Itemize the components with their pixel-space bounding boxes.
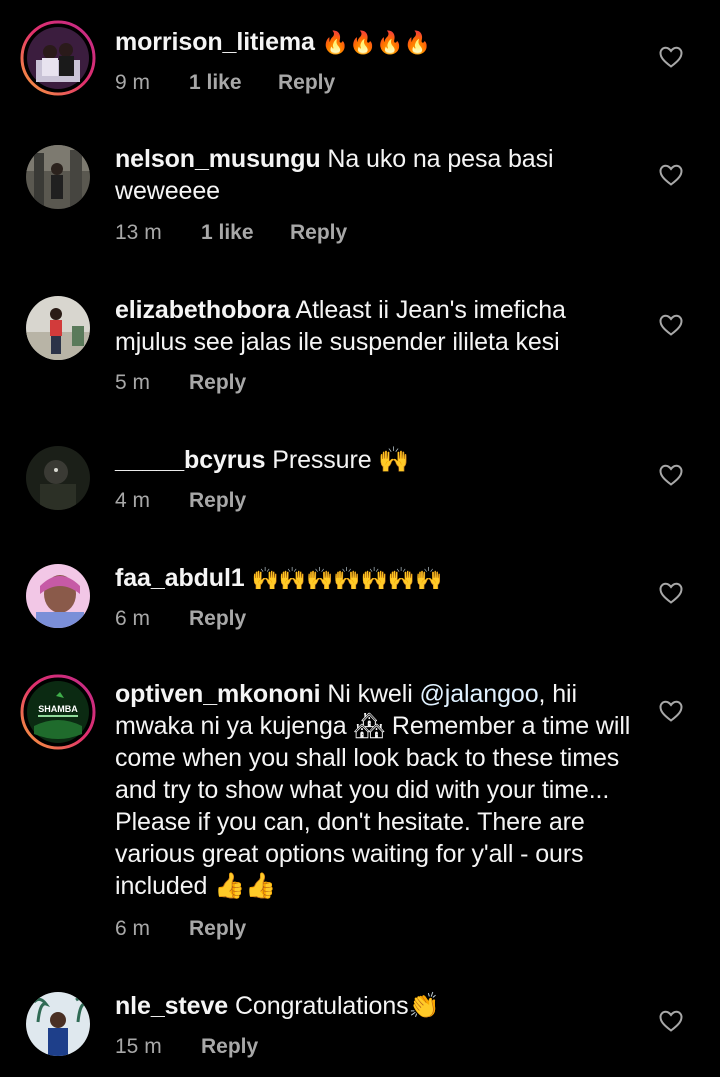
comment-likes-link[interactable]: 1 like (201, 220, 290, 246)
reply-button[interactable]: Reply (290, 220, 347, 246)
avatar[interactable] (26, 992, 90, 1056)
comment-time: 6 m (115, 607, 151, 630)
comment-text: faa_abdul1 🙌🙌🙌🙌🙌🙌🙌 (115, 562, 635, 596)
comment-meta: 5 m Reply (115, 370, 246, 396)
comment-text: optiven_mkononi Ni kweli @jalangoo, hii … (115, 678, 635, 902)
comment-message-end: , hii mwaka ni ya kujenga 🏘 Remember a t… (115, 680, 631, 900)
comment-time: 5 m (115, 371, 151, 394)
comment-meta: 15 m Reply (115, 1034, 258, 1060)
comment-username[interactable]: faa_abdul1 (115, 564, 245, 592)
avatar-logo-text: SHAMBA (38, 704, 78, 714)
reply-button[interactable]: Reply (189, 606, 246, 632)
comment-meta: 4 m Reply (115, 488, 246, 514)
like-heart-icon[interactable] (659, 164, 683, 186)
comment-message-start: Ni kweli (327, 680, 420, 708)
comment-username[interactable]: nle_steve (115, 992, 228, 1020)
like-heart-icon[interactable] (659, 700, 683, 722)
comment-username[interactable]: nelson_musungu (115, 145, 321, 173)
comment-username[interactable]: optiven_mkononi (115, 680, 321, 708)
reply-button[interactable]: Reply (189, 370, 246, 396)
comment-username[interactable]: _____bcyrus (115, 446, 266, 474)
comment-meta: 13 m 1 like Reply (115, 220, 347, 246)
comment-message: Pressure 🙌 (272, 446, 410, 474)
mention-link[interactable]: @jalangoo (420, 680, 539, 708)
comment-message: 🙌🙌🙌🙌🙌🙌🙌 (251, 567, 443, 592)
avatar[interactable] (26, 145, 90, 209)
comment-time: 15 m (115, 1035, 162, 1058)
avatar[interactable] (26, 446, 90, 510)
comment-message: Congratulations👏 (234, 992, 440, 1020)
like-heart-icon[interactable] (659, 46, 683, 68)
comment-time: 4 m (115, 489, 151, 512)
comment-username[interactable]: elizabethobora (115, 296, 290, 324)
avatar[interactable] (26, 564, 90, 628)
avatar[interactable]: SHAMBA (20, 674, 96, 750)
avatar[interactable] (20, 20, 96, 96)
like-heart-icon[interactable] (659, 314, 683, 336)
comment-text: _____bcyrus Pressure 🙌 (115, 444, 635, 476)
comment-text: nle_steve Congratulations👏 (115, 990, 635, 1022)
comment-text: elizabethobora Atleast ii Jean's imefich… (115, 294, 635, 358)
like-heart-icon[interactable] (659, 1010, 683, 1032)
avatar[interactable] (26, 296, 90, 360)
like-heart-icon[interactable] (659, 464, 683, 486)
reply-button[interactable]: Reply (201, 1034, 258, 1060)
comment-text: nelson_musungu Na uko na pesa basi wewee… (115, 143, 635, 207)
comment-meta: 9 m 1 like Reply (115, 70, 335, 96)
comment-time: 9 m (115, 71, 151, 94)
reply-button[interactable]: Reply (278, 70, 335, 96)
comment-message: 🔥🔥🔥🔥 (321, 31, 431, 56)
like-heart-icon[interactable] (659, 582, 683, 604)
comment-username[interactable]: morrison_litiema (115, 28, 315, 56)
comment-time: 13 m (115, 221, 162, 244)
comment-time: 6 m (115, 917, 151, 940)
reply-button[interactable]: Reply (189, 488, 246, 514)
comment-meta: 6 m Reply (115, 606, 246, 632)
reply-button[interactable]: Reply (189, 916, 246, 942)
comment-likes-link[interactable]: 1 like (189, 70, 278, 96)
comment-text: morrison_litiema 🔥🔥🔥🔥 (115, 26, 635, 60)
comment-meta: 6 m Reply (115, 916, 246, 942)
